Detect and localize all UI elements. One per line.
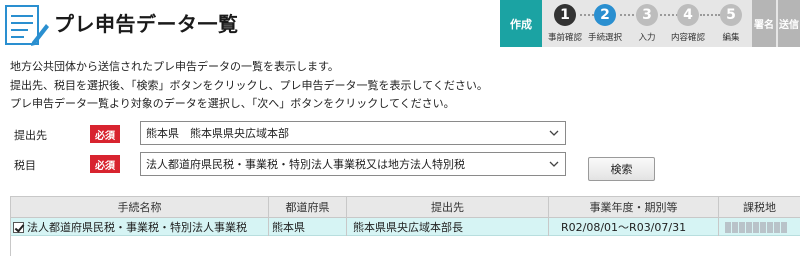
pre-declaration-table: 手続名称 都道府県 提出先 事業年度・期別等 課税地 法人都道府県民税・事業税・… <box>10 196 800 256</box>
step-create: 作成 <box>500 0 542 47</box>
column-header-taxation-place: 課税地 <box>719 197 800 218</box>
step-procedure-select: 2 手続選択 <box>582 2 628 45</box>
tax-item-select[interactable]: 法人都道府県民税・事業税・特別法人事業税又は地方法人特別税 <box>140 152 566 176</box>
submit-to-cell: 熊本県県央広域本部長 <box>347 218 549 236</box>
progress-stepper: 作成 1 事前確認 2 手続選択 3 入力 4 内容確認 5 編集 署名 送信 <box>500 0 800 47</box>
required-badge: 必須 <box>90 155 120 173</box>
instruction-text: 地方公共団体から送信されたプレ申告データの一覧を表示します。 <box>10 60 339 73</box>
step-number-icon: 2 <box>594 4 616 26</box>
step-label: 手続選択 <box>587 33 622 43</box>
step-label: 編集 <box>722 33 740 43</box>
taxation-place-cell <box>719 218 800 236</box>
column-header-period: 事業年度・期別等 <box>549 197 719 218</box>
step-send: 送信 <box>778 0 800 47</box>
search-button[interactable]: 検索 <box>588 157 655 181</box>
page-title: プレ申告データ一覧 <box>54 12 239 36</box>
step-label: 内容確認 <box>670 33 705 43</box>
chevron-down-icon <box>549 130 559 136</box>
column-header-prefecture: 都道府県 <box>269 197 347 218</box>
step-number-icon: 5 <box>720 4 742 26</box>
tax-item-label: 税目 <box>14 159 36 172</box>
chevron-down-icon <box>549 161 559 167</box>
step-number-icon: 1 <box>554 4 576 26</box>
document-edit-icon <box>5 5 49 46</box>
step-edit: 5 編集 <box>708 2 754 45</box>
required-badge: 必須 <box>90 125 120 143</box>
tax-item-value: 法人都道府県民税・事業税・特別法人事業税又は地方法人特別税 <box>146 158 465 171</box>
submit-to-label: 提出先 <box>14 129 47 142</box>
redacted-value <box>725 221 787 233</box>
prefecture-cell: 熊本県 <box>269 218 347 236</box>
step-sign: 署名 <box>752 0 776 47</box>
step-number-icon: 3 <box>636 4 658 26</box>
submit-to-select[interactable]: 熊本県 熊本県県央広域本部 <box>140 121 566 145</box>
step-label: 入力 <box>638 33 656 43</box>
procedure-value: 法人都道府県民税・事業税・特別法人事業税 <box>27 221 247 234</box>
step-number-icon: 4 <box>677 4 699 26</box>
row-checkbox[interactable] <box>13 221 24 233</box>
column-header-submit-to: 提出先 <box>347 197 549 218</box>
submit-to-value: 熊本県 熊本県県央広域本部 <box>146 127 289 140</box>
instruction-text: プレ申告データ一覧より対象のデータを選択し、「次へ」ボタンをクリックしてください… <box>10 97 455 110</box>
step-confirm: 4 内容確認 <box>665 2 711 45</box>
period-cell: R02/08/01～R03/07/31 <box>549 218 719 236</box>
procedure-cell: 法人都道府県民税・事業税・特別法人事業税 <box>11 218 269 236</box>
table-row[interactable]: 法人都道府県民税・事業税・特別法人事業税 熊本県 熊本県県央広域本部長 R02/… <box>11 218 800 236</box>
instruction-text: 提出先、税目を選択後、「検索」ボタンをクリックし、プレ申告データ一覧を表示してく… <box>10 79 488 92</box>
column-header-procedure: 手続名称 <box>11 197 269 218</box>
step-input: 3 入力 <box>624 2 670 45</box>
